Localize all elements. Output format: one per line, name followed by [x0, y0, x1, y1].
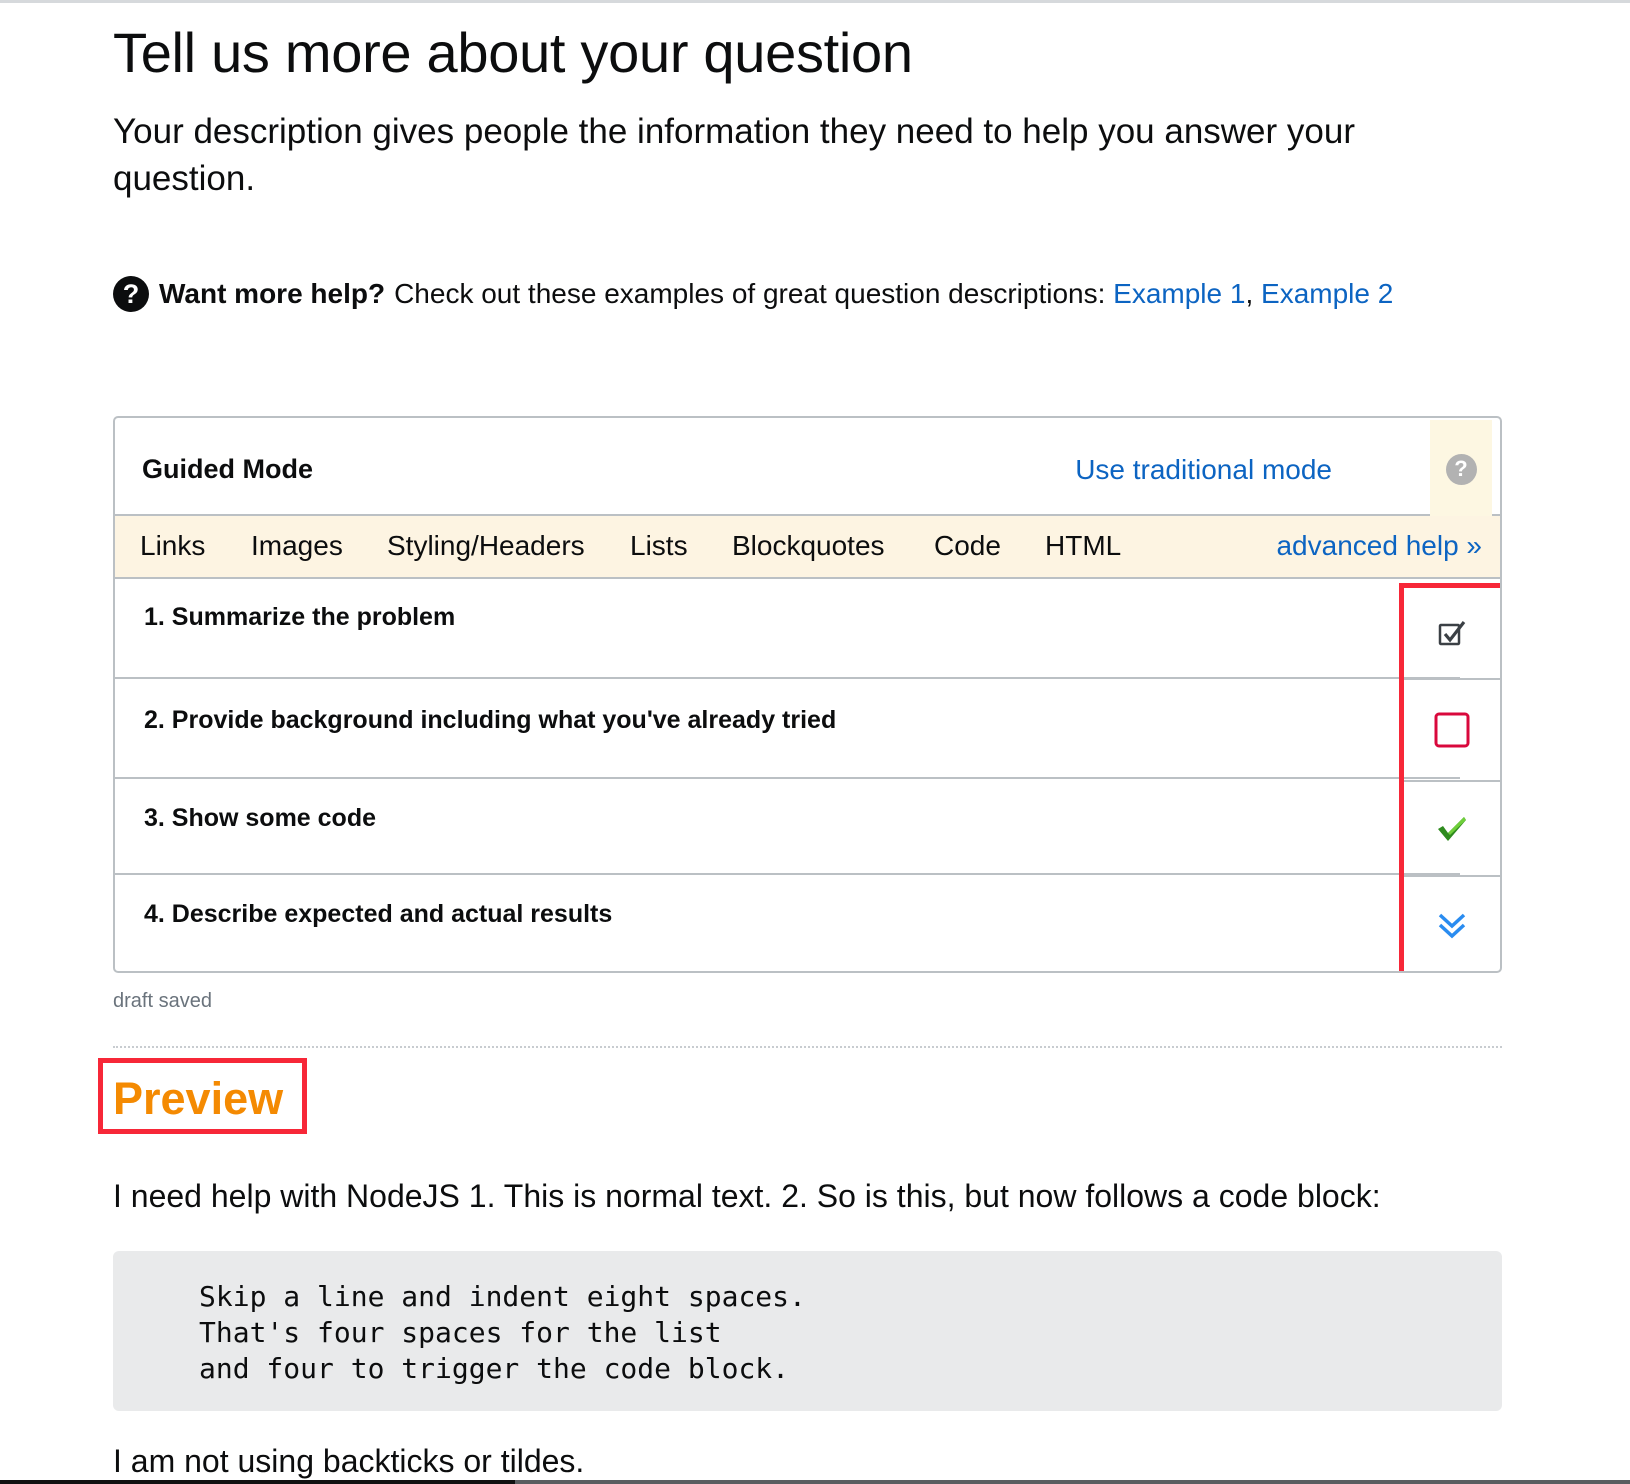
guided-help-button[interactable]: ? — [1430, 420, 1492, 518]
question-circle-icon: ? — [1445, 453, 1477, 485]
example-2-link[interactable]: Example 2 — [1261, 278, 1393, 310]
preview-code-block: Skip a line and indent eight spaces. Tha… — [113, 1251, 1502, 1411]
preview-divider — [113, 1046, 1502, 1048]
empty-checkbox-icon[interactable] — [1404, 680, 1500, 780]
guided-mode-panel: Guided Mode Use traditional mode ? Links… — [113, 416, 1502, 973]
tab-links[interactable]: Links — [140, 530, 205, 562]
tab-blockquotes[interactable]: Blockquotes — [732, 530, 885, 562]
preview-paragraph: I am not using backticks or tildes. — [113, 1443, 585, 1479]
code-text: Skip a line and indent eight spaces. Tha… — [199, 1280, 806, 1385]
preview-title: Preview — [113, 1073, 284, 1124]
checked-checkbox-icon[interactable] — [1404, 588, 1500, 678]
checklist-step[interactable]: 2. Provide background including what you… — [115, 679, 1460, 779]
draft-status: draft saved — [113, 990, 212, 1012]
step-label: 4. Describe expected and actual results — [144, 900, 613, 928]
green-checkmark-icon — [1404, 782, 1500, 876]
formatting-help-tabs: Links Images Styling/Headers Lists Block… — [115, 516, 1500, 579]
help-line: ? Want more help? Check out these exampl… — [113, 276, 1393, 312]
question-circle-icon: ? — [113, 276, 149, 312]
checklist-step[interactable]: 3. Show some code — [115, 779, 1460, 875]
step-label: 1. Summarize the problem — [144, 603, 456, 631]
step-label: 3. Show some code — [144, 804, 377, 832]
help-bold: Want more help? — [159, 278, 386, 309]
page-title: Tell us more about your question — [113, 21, 913, 84]
tab-lists[interactable]: Lists — [630, 530, 688, 562]
bottom-status-strip — [0, 1480, 1630, 1484]
double-chevron-down-icon[interactable] — [1404, 877, 1500, 971]
tab-images[interactable]: Images — [251, 530, 343, 562]
use-traditional-mode-link[interactable]: Use traditional mode — [1075, 454, 1332, 486]
guided-mode-title: Guided Mode — [142, 454, 313, 484]
tab-styling-headers[interactable]: Styling/Headers — [387, 530, 585, 562]
step-status-column — [1399, 583, 1500, 971]
example-1-link[interactable]: Example 1 — [1113, 278, 1245, 310]
advanced-help-link[interactable]: advanced help » — [1276, 530, 1482, 562]
tab-html[interactable]: HTML — [1045, 530, 1121, 562]
top-border — [0, 0, 1630, 3]
link-separator: , — [1245, 278, 1254, 309]
help-text: Check out these examples of great questi… — [394, 278, 1106, 309]
tab-code[interactable]: Code — [934, 530, 1001, 562]
step-label: 2. Provide background including what you… — [144, 706, 837, 734]
page-subtitle: Your description gives people the inform… — [113, 112, 1355, 198]
guided-mode-header: Guided Mode Use traditional mode — [115, 418, 1500, 516]
preview-paragraph: I need help with NodeJS 1. This is norma… — [113, 1178, 1381, 1214]
checklist-step[interactable]: 1. Summarize the problem — [115, 579, 1460, 679]
checklist-step[interactable]: 4. Describe expected and actual results — [115, 875, 1460, 971]
